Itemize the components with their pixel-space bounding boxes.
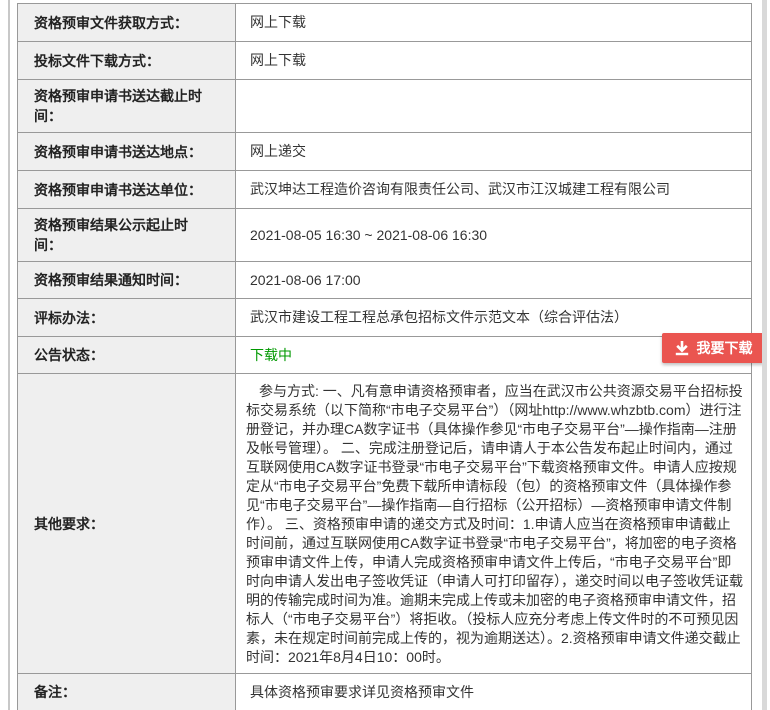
- row-value: 网上下载: [236, 42, 752, 80]
- row-value: [236, 80, 752, 133]
- row-value: 2021-08-06 17:00: [236, 262, 752, 299]
- prequalification-info-table: 资格预审文件获取方式： 网上下载 投标文件下载方式： 网上下载 资格预审申请书送…: [17, 3, 752, 710]
- row-value: 2021-08-05 16:30 ~ 2021-08-06 16:30: [236, 209, 752, 262]
- table-row: 评标办法： 武汉市建设工程工程总承包招标文件示范文本（综合评估法）: [18, 299, 752, 337]
- scrollbar-track[interactable]: [762, 0, 767, 710]
- table-row: 资格预审结果通知时间： 2021-08-06 17:00: [18, 262, 752, 299]
- row-label: 资格预审申请书送达截止时间：: [18, 80, 236, 133]
- row-label: 备注：: [18, 674, 236, 710]
- page-left-edge-line: [8, 0, 10, 710]
- table-row: 投标文件下载方式： 网上下载: [18, 42, 752, 80]
- other-requirements-text: 参与方式: 一、凡有意申请资格预审者，应当在武汉市公共资源交易平台招标投标交易系…: [236, 374, 752, 674]
- row-label: 资格预审文件获取方式：: [18, 4, 236, 42]
- row-label: 资格预审申请书送达单位：: [18, 171, 236, 209]
- row-value: 具体资格预审要求详见资格预审文件: [236, 674, 752, 710]
- table-row: 公告状态： 下载中: [18, 337, 752, 374]
- download-button[interactable]: 我要下载: [662, 333, 764, 363]
- table-row: 资格预审文件获取方式： 网上下载: [18, 4, 752, 42]
- table-row: 资格预审申请书送达截止时间：: [18, 80, 752, 133]
- row-value: 武汉市建设工程工程总承包招标文件示范文本（综合评估法）: [236, 299, 752, 337]
- status-badge: 下载中: [250, 347, 292, 363]
- download-icon: [674, 340, 690, 356]
- row-value: 网上递交: [236, 133, 752, 171]
- table-row: 资格预审结果公示起止时间： 2021-08-05 16:30 ~ 2021-08…: [18, 209, 752, 262]
- row-value: 武汉坤达工程造价咨询有限责任公司、武汉市江汉城建工程有限公司: [236, 171, 752, 209]
- announcement-page: 资格预审文件获取方式： 网上下载 投标文件下载方式： 网上下载 资格预审申请书送…: [0, 0, 770, 710]
- row-value: 网上下载: [236, 4, 752, 42]
- table-row: 资格预审申请书送达地点： 网上递交: [18, 133, 752, 171]
- row-label: 资格预审结果通知时间：: [18, 262, 236, 299]
- row-label: 公告状态：: [18, 337, 236, 374]
- table-row: 其他要求： 参与方式: 一、凡有意申请资格预审者，应当在武汉市公共资源交易平台招…: [18, 374, 752, 674]
- row-label: 资格预审申请书送达地点：: [18, 133, 236, 171]
- row-label: 资格预审结果公示起止时间：: [18, 209, 236, 262]
- row-label: 其他要求：: [18, 374, 236, 674]
- row-label: 评标办法：: [18, 299, 236, 337]
- table-row: 备注： 具体资格预审要求详见资格预审文件: [18, 674, 752, 710]
- table-row: 资格预审申请书送达单位： 武汉坤达工程造价咨询有限责任公司、武汉市江汉城建工程有…: [18, 171, 752, 209]
- download-button-label: 我要下载: [697, 338, 753, 358]
- row-label: 投标文件下载方式：: [18, 42, 236, 80]
